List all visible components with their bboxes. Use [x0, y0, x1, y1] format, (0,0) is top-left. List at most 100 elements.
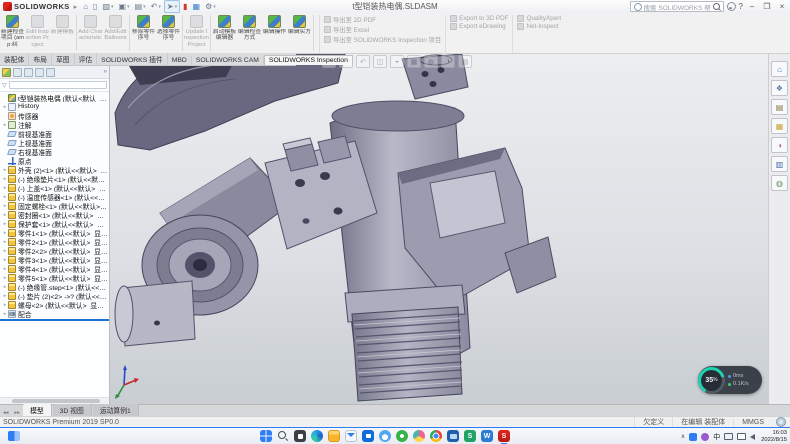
- search-icon[interactable]: [713, 3, 720, 10]
- tree-item-21[interactable]: ▸(-) 垫片 (2)<2> ->? (默认<<默认>: [0, 291, 109, 300]
- clock[interactable]: 16:03 2022/8/15: [761, 430, 787, 443]
- section-view-icon[interactable]: ◫: [373, 55, 387, 68]
- status-tag-icon[interactable]: [776, 417, 786, 427]
- w-app-icon[interactable]: W: [481, 430, 493, 442]
- ribbon-button-11[interactable]: 编辑实方: [287, 13, 312, 53]
- tree-item-17[interactable]: ▸零件3<1> (默认<<默认>_显示状态: [0, 255, 109, 264]
- appearance-icon[interactable]: ◑: [441, 55, 455, 68]
- green-app-icon[interactable]: [396, 430, 408, 442]
- display-style-icon[interactable]: ▦: [407, 55, 421, 68]
- tree-item-6[interactable]: 原点: [0, 156, 109, 165]
- tree-item-18[interactable]: ▸零件4<1> (默认<<默认>_显示状态: [0, 264, 109, 273]
- tab-solidworks-cam[interactable]: SOLIDWORKS CAM: [192, 56, 264, 65]
- 3d-viewport[interactable]: ◎◱↶◫◒▦◍◑▤ ⌂❖▤▦◑▥◍ 35% 0ms 0.1K/s: [0, 53, 790, 404]
- store-icon[interactable]: [362, 430, 374, 442]
- tree-item-2[interactable]: ▸注解: [0, 120, 109, 129]
- edge-icon[interactable]: [311, 430, 323, 442]
- tray-chevron-up-icon[interactable]: ∧: [681, 433, 685, 440]
- tab-装配体[interactable]: 装配体: [0, 53, 29, 65]
- tab-布局[interactable]: 布局: [29, 53, 52, 65]
- property-manager-tab-icon[interactable]: [13, 68, 22, 77]
- select-cursor-icon[interactable]: ➤▾: [164, 0, 180, 13]
- thermocouple-3d-model[interactable]: [0, 53, 790, 404]
- scene-icon[interactable]: ▤: [458, 55, 472, 68]
- minimize-button[interactable]: –: [746, 2, 758, 11]
- ribbon-button-8[interactable]: 启动模板编辑器: [212, 13, 237, 53]
- ribbon-button-0[interactable]: 新建检查项目 (amp:纠: [0, 13, 25, 53]
- file-explorer-icon[interactable]: [328, 430, 340, 442]
- new-document-icon[interactable]: ▯: [91, 1, 99, 12]
- search-scope-icon[interactable]: [634, 3, 642, 11]
- print-icon[interactable]: ▤▾: [133, 1, 148, 12]
- filter-funnel-icon[interactable]: ▽: [2, 82, 7, 89]
- tab-solidworks-插件[interactable]: SOLIDWORKS 插件: [97, 53, 168, 65]
- tree-filter-input[interactable]: [9, 81, 107, 89]
- dimxpert-manager-tab-icon[interactable]: [35, 68, 44, 77]
- tree-item-3[interactable]: 前视基准面: [0, 129, 109, 138]
- tree-item-8[interactable]: ▸(-) 绝缘垫片<1> (默认<<默认>_显示: [0, 174, 109, 183]
- display-manager-tab-icon[interactable]: [46, 68, 55, 77]
- rebuild-stoplight-icon[interactable]: ▮: [181, 1, 189, 12]
- panel-horizontal-scrollbar[interactable]: [0, 397, 109, 404]
- view-orientation-icon[interactable]: ◒: [390, 55, 404, 68]
- ribbon-button-6[interactable]: 选择零件序号: [156, 13, 181, 53]
- tab-solidworks-inspection[interactable]: SOLIDWORKS Inspection: [264, 55, 353, 65]
- tree-item-13[interactable]: ▸保护套<1> (默认<<默认>_显示状态: [0, 219, 109, 228]
- ribbon-button-10[interactable]: 编辑操作: [262, 13, 287, 53]
- tree-item-22[interactable]: ▸螺母<2> (默认<<默认>_显示状态: [0, 300, 109, 309]
- tree-item-0[interactable]: ▸History: [0, 102, 109, 111]
- tree-item-14[interactable]: ▸零件1<1> (默认<<默认>_显示状态: [0, 228, 109, 237]
- save-icon[interactable]: ▣▾: [117, 1, 132, 12]
- ime-language-indicator[interactable]: 中: [713, 432, 720, 442]
- network-monitor-icon[interactable]: [737, 433, 746, 440]
- onedrive-tray-icon[interactable]: [689, 433, 697, 441]
- task-view-icon[interactable]: [294, 430, 306, 442]
- solidworks-logo[interactable]: SOLIDWORKS: [0, 2, 73, 11]
- help-search-box[interactable]: 搜索 SOLIDWORKS 帮助: [630, 1, 724, 12]
- tree-item-20[interactable]: ▸(-) 绝缘管.step<1> (默认<<默认>: [0, 282, 109, 291]
- home-icon[interactable]: ⌂: [771, 61, 788, 77]
- custom-properties-icon[interactable]: ▥: [771, 156, 788, 172]
- app-tray-icon[interactable]: [701, 433, 709, 441]
- tree-item-19[interactable]: ▸零件5<1> (默认<<默认>_显示状态: [0, 273, 109, 282]
- solidworks-taskbar-icon[interactable]: S: [498, 430, 510, 442]
- touch-keyboard-icon[interactable]: [724, 433, 733, 440]
- tab-mbd[interactable]: MBD: [168, 56, 192, 65]
- tree-item-1[interactable]: 传感器: [0, 111, 109, 120]
- tab-评估[interactable]: 评估: [75, 53, 98, 65]
- tree-item-12[interactable]: ▸密封圈<1> (默认<<默认>_显示状态: [0, 210, 109, 219]
- previous-view-icon[interactable]: ↶: [356, 55, 370, 68]
- s-app-icon[interactable]: S: [464, 430, 476, 442]
- view-tab-3D-视图[interactable]: 3D 视图: [53, 404, 92, 416]
- scrollbar-thumb[interactable]: [12, 399, 100, 403]
- chrome-icon[interactable]: [430, 430, 442, 442]
- start-button[interactable]: [260, 430, 272, 442]
- configuration-manager-tab-icon[interactable]: [24, 68, 33, 77]
- search-icon[interactable]: [277, 430, 289, 442]
- tree-item-9[interactable]: ▸(-) 上盖<1> (默认<<默认>_显示状态: [0, 183, 109, 192]
- hide-show-icon[interactable]: ◍: [424, 55, 438, 68]
- tree-item-11[interactable]: ▸固定螺栓<1> (默认<<默认>_显示状: [0, 201, 109, 210]
- file-explorer-icon[interactable]: ▦: [771, 118, 788, 134]
- performance-overlay-widget[interactable]: 35% 0ms 0.1K/s: [698, 366, 762, 394]
- tab-草图[interactable]: 草图: [52, 53, 75, 65]
- tree-item-10[interactable]: ▸(-) 温度传感器<1> (默认<<默认>_显: [0, 192, 109, 201]
- widgets-icon[interactable]: [8, 431, 20, 441]
- undo-icon[interactable]: ↶▾: [149, 1, 163, 12]
- ribbon-button-9[interactable]: 编辑检查方式: [237, 13, 262, 53]
- color-wheel-app-icon[interactable]: [413, 430, 425, 442]
- ribbon-button-5[interactable]: 移除零件序号: [131, 13, 156, 53]
- tree-item-16[interactable]: ▸零件2<2> (默认<<默认>_显示状态: [0, 246, 109, 255]
- restore-button[interactable]: ❐: [761, 2, 773, 11]
- menu-flyout-arrow-icon[interactable]: ▸: [74, 3, 78, 11]
- help-button[interactable]: ?: [739, 2, 743, 11]
- panel-more-icon[interactable]: »: [104, 69, 107, 75]
- tree-item-5[interactable]: 右视基准面: [0, 147, 109, 156]
- monitor-app-icon[interactable]: [447, 430, 459, 442]
- appearances-icon[interactable]: ◑: [771, 137, 788, 153]
- mail-icon[interactable]: [345, 430, 357, 442]
- view-tab-运动算例1[interactable]: 运动算例1: [93, 404, 139, 416]
- login-user-icon[interactable]: [727, 2, 736, 11]
- cloud-app-icon[interactable]: [379, 430, 391, 442]
- tree-item-15[interactable]: ▸零件2<1> (默认<<默认>_显示状态: [0, 237, 109, 246]
